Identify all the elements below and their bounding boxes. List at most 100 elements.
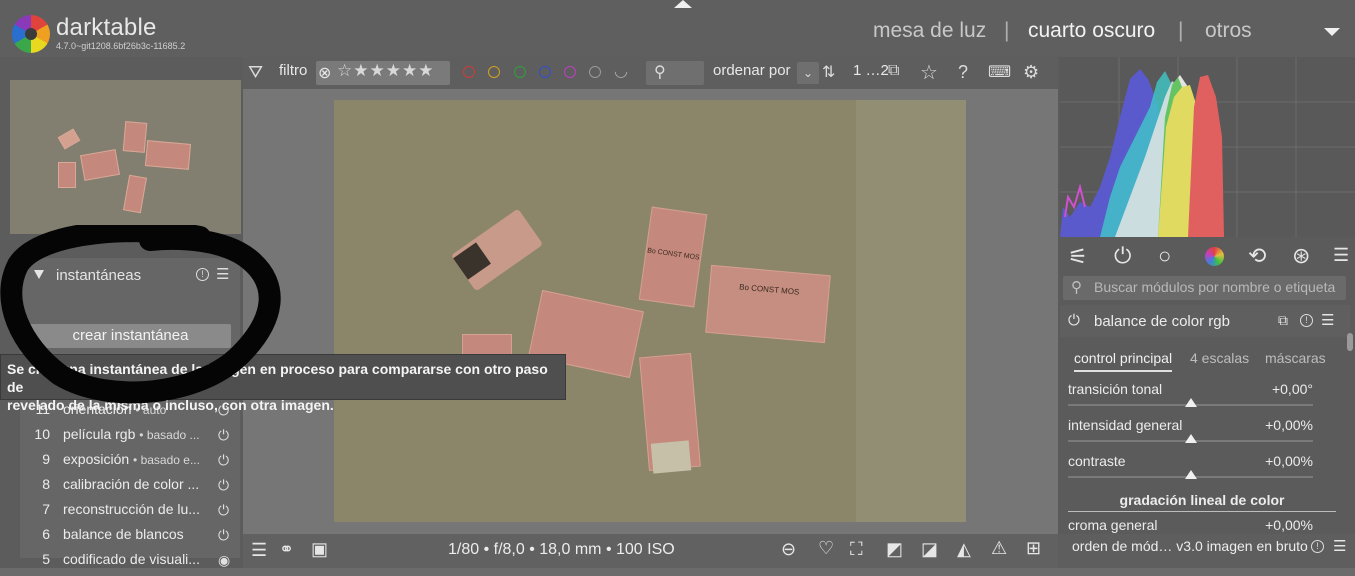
history-item[interactable]: 10 película rgb • basado ... ⏻ — [28, 426, 238, 451]
tab-darkroom[interactable]: cuarto oscuro — [1028, 19, 1155, 43]
slider-value[interactable]: +0,00% — [1233, 453, 1313, 469]
history-item[interactable]: 9 exposición • basado e... ⏻ — [28, 451, 238, 476]
power-icon[interactable]: ⏻ — [218, 502, 229, 519]
slider-thumb[interactable] — [1185, 398, 1197, 407]
tab-other[interactable]: otros — [1205, 19, 1252, 43]
presets-icon[interactable]: ☰ — [1333, 245, 1349, 266]
partial-slider-row: croma general +0,00% — [1068, 517, 1314, 533]
section-title: gradación lineal de color — [1119, 492, 1285, 508]
reset-icon[interactable]: ! — [1311, 540, 1324, 553]
module-title[interactable]: balance de color rgb — [1094, 313, 1230, 330]
reset-icon[interactable]: ! — [1300, 314, 1313, 327]
slider-thumb[interactable] — [1185, 470, 1197, 479]
clear-rating-icon[interactable]: ⊗ — [318, 63, 331, 83]
sort-order-icon[interactable]: ⇅ — [822, 62, 835, 82]
soft-proof-icon[interactable]: ⛶ — [850, 539, 863, 560]
presets-icon[interactable]: ☰ — [1321, 311, 1334, 329]
guides-grid-icon[interactable]: ⊞ — [1026, 538, 1041, 559]
rating-stars[interactable]: ☆★★★★★ — [337, 61, 434, 81]
exif-info: 1/80 • f/8,0 • 18,0 mm • 100 ISO — [448, 541, 675, 558]
search-icon: ⚲ — [654, 64, 666, 81]
second-window-icon[interactable]: ▣ — [311, 539, 328, 560]
slider-label: croma general — [1068, 517, 1158, 533]
grid-count[interactable]: 1 …2 — [853, 62, 889, 79]
slider-value[interactable]: +0,00% — [1233, 517, 1313, 533]
history-item[interactable]: 8 calibración de color ... ⏻ — [28, 476, 238, 501]
effects-group-icon[interactable]: ⊛ — [1292, 243, 1310, 269]
histogram[interactable] — [1060, 57, 1355, 237]
filter-label: filtro — [279, 62, 308, 79]
power-icon[interactable]: ⏻ — [218, 452, 229, 469]
history-item[interactable]: 7 reconstrucción de lu... ⏻ — [28, 501, 238, 526]
overlays-icon[interactable]: ⧉ — [888, 62, 899, 80]
slider-label: intensidad general — [1068, 417, 1183, 433]
tab-masks[interactable]: máscaras — [1265, 350, 1326, 366]
main-image[interactable]: Bo CONST MOS Bo CONST MOS — [334, 100, 966, 522]
history-name: codificado de visuali... — [63, 551, 200, 567]
chevron-down-icon[interactable] — [1324, 28, 1340, 36]
history-number: 9 — [42, 451, 50, 467]
navigation-thumbnail[interactable] — [10, 80, 241, 234]
color-operator-icon[interactable]: ◡ — [614, 61, 628, 81]
multi-instance-icon[interactable]: ⧉ — [1278, 312, 1288, 329]
styles-icon[interactable]: ⚭ — [279, 539, 294, 560]
color-label-gray-icon[interactable] — [589, 66, 601, 78]
module-order-value: v3.0 imagen en bruto — [1176, 538, 1308, 554]
color-group-icon[interactable] — [1205, 247, 1224, 266]
sort-label: ordenar por — [713, 62, 791, 79]
radio-icon[interactable]: ◉ — [218, 552, 230, 569]
view-separator: | — [1178, 19, 1184, 42]
gamut-check-icon[interactable]: ◩ — [886, 539, 903, 560]
collapse-top-arrow-icon[interactable] — [674, 0, 692, 8]
slider-thumb[interactable] — [1185, 434, 1197, 443]
base-group-icon[interactable]: ○ — [1158, 243, 1171, 269]
package-label: Bo CONST MOS — [638, 206, 708, 308]
module-order-label: orden de mód… — [1072, 538, 1173, 554]
tab-4-ways[interactable]: 4 escalas — [1190, 350, 1249, 366]
power-icon[interactable]: ⏻ — [218, 527, 229, 544]
warning-icon[interactable]: ⚠ — [991, 538, 1007, 559]
gear-icon[interactable]: ⚙ — [1023, 62, 1039, 83]
tab-lighttable[interactable]: mesa de luz — [873, 19, 986, 43]
star-icon[interactable]: ☆ — [920, 60, 938, 85]
color-label-red-icon[interactable] — [463, 66, 475, 78]
help-icon[interactable]: ? — [958, 62, 968, 83]
history-item[interactable]: 5 codificado de visuali... ◉ — [28, 551, 238, 576]
view-separator: | — [1004, 19, 1010, 42]
module-search-placeholder: Buscar módulos por nombre o etiqueta — [1094, 279, 1336, 295]
keyboard-icon[interactable]: ⌨ — [988, 62, 1011, 82]
package-label: Bo CONST MOS — [705, 264, 831, 344]
power-icon[interactable]: ⏻ — [218, 427, 229, 444]
color-label-yellow-icon[interactable] — [488, 66, 500, 78]
history-name: reconstrucción de lu... — [63, 501, 200, 517]
history-item[interactable]: 6 balance de blancos ⏻ — [28, 526, 238, 551]
raw-overexposed-icon[interactable]: ◪ — [921, 539, 938, 560]
history-name: exposición — [63, 451, 130, 467]
power-group-icon[interactable]: ⏻ — [1114, 243, 1131, 269]
tab-main-control[interactable]: control principal — [1074, 350, 1173, 372]
presets-icon[interactable]: ☰ — [1333, 537, 1346, 555]
slider-value[interactable]: +0,00° — [1233, 381, 1313, 397]
color-label-green-icon[interactable] — [514, 66, 526, 78]
history-name: calibración de color ... — [63, 476, 200, 492]
focus-peaking-icon[interactable]: ⊖ — [781, 539, 796, 560]
scrollbar[interactable] — [1347, 333, 1353, 351]
slider-label: contraste — [1068, 453, 1126, 469]
power-icon[interactable]: ⏻ — [218, 477, 229, 494]
sort-dropdown-chevron-down-icon[interactable]: ⌄ — [797, 62, 819, 84]
module-order[interactable]: orden de mód… v3.0 imagen en bruto — [1072, 538, 1308, 554]
history-number: 8 — [42, 476, 50, 492]
color-label-purple-icon[interactable] — [564, 66, 576, 78]
clipping-icon[interactable]: ◭ — [957, 539, 971, 560]
filter-funnel-icon[interactable]: ⛛ — [248, 62, 263, 83]
color-label-blue-icon[interactable] — [539, 66, 551, 78]
correct-group-icon[interactable]: ⟲ — [1248, 243, 1266, 269]
history-number: 5 — [42, 551, 50, 567]
quick-access-icon[interactable]: ⚟ — [1068, 244, 1088, 270]
slider-value[interactable]: +0,00% — [1233, 417, 1313, 433]
iso12646-bulb-icon[interactable]: ♡ — [818, 538, 834, 559]
module-power-icon[interactable]: ⏻ — [1068, 312, 1080, 329]
search-icon: ⚲ — [1071, 279, 1082, 296]
darktable-logo — [12, 15, 50, 53]
presets-list-icon[interactable]: ☰ — [251, 540, 267, 561]
